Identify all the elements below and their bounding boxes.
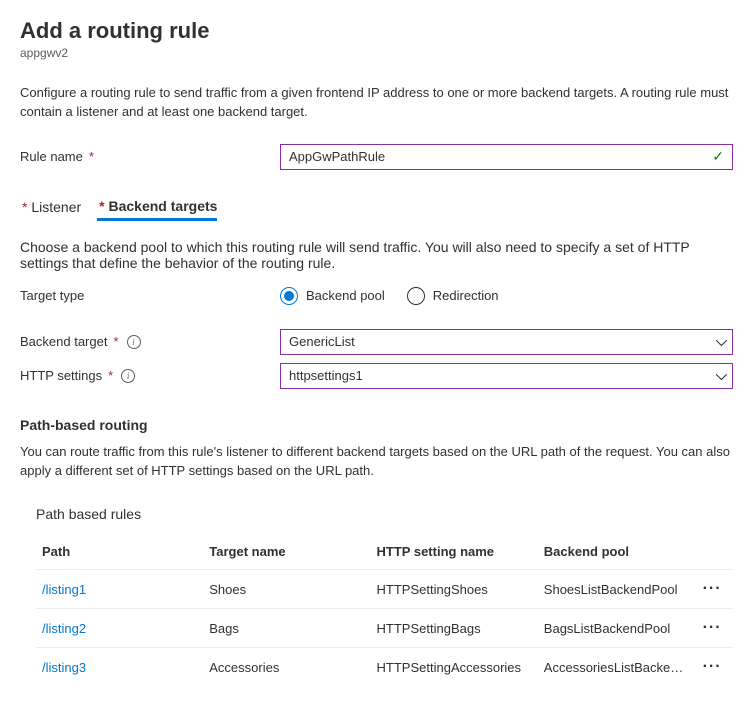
rule-name-input-wrapper[interactable]: ✓ <box>280 144 733 170</box>
row-more-button[interactable]: ··· <box>691 570 733 609</box>
radio-redirection[interactable]: Redirection <box>407 287 499 305</box>
target-type-label: Target type <box>20 288 280 303</box>
radio-selected-icon <box>280 287 298 305</box>
backend-target-select[interactable]: GenericList <box>280 329 733 355</box>
required-indicator: * <box>113 334 118 349</box>
info-icon[interactable]: i <box>121 369 135 383</box>
path-link[interactable]: /listing2 <box>42 621 86 636</box>
path-link[interactable]: /listing3 <box>42 660 86 675</box>
valid-check-icon: ✓ <box>712 148 724 165</box>
col-http: HTTP setting name <box>371 536 538 570</box>
required-indicator: * <box>89 149 94 164</box>
col-target: Target name <box>203 536 370 570</box>
table-row: /listing3 AccessoriesHTTPSettingAccessori… <box>36 648 733 687</box>
path-routing-title: Path-based routing <box>20 417 733 433</box>
radio-unselected-icon <box>407 287 425 305</box>
path-rules-table: Path Target name HTTP setting name Backe… <box>36 536 733 686</box>
intro-text: Configure a routing rule to send traffic… <box>20 84 733 122</box>
http-settings-label: HTTP settings* i <box>20 368 280 383</box>
cell-target: Accessories <box>203 648 370 687</box>
required-indicator: * <box>108 368 113 383</box>
info-icon[interactable]: i <box>127 335 141 349</box>
cell-http: HTTPSettingAccessories <box>371 648 538 687</box>
tab-listener[interactable]: * Listener <box>20 198 81 221</box>
chevron-down-icon <box>716 335 727 346</box>
cell-pool: ShoesListBackendPool <box>538 570 691 609</box>
radio-backend-pool[interactable]: Backend pool <box>280 287 385 305</box>
chevron-down-icon <box>716 369 727 380</box>
cell-http: HTTPSettingBags <box>371 609 538 648</box>
required-indicator: * <box>99 198 104 214</box>
page-subtitle: appgwv2 <box>20 46 733 60</box>
col-path: Path <box>36 536 203 570</box>
http-settings-select[interactable]: httpsettings1 <box>280 363 733 389</box>
rules-heading: Path based rules <box>36 506 733 522</box>
rule-name-input[interactable] <box>289 149 712 164</box>
cell-target: Shoes <box>203 570 370 609</box>
required-indicator: * <box>22 199 27 215</box>
cell-http: HTTPSettingShoes <box>371 570 538 609</box>
backend-target-label: Backend target* i <box>20 334 280 349</box>
cell-pool: AccessoriesListBackendP… <box>538 648 691 687</box>
cell-pool: BagsListBackendPool <box>538 609 691 648</box>
row-more-button[interactable]: ··· <box>691 609 733 648</box>
table-row: /listing1 ShoesHTTPSettingShoesShoesListB… <box>36 570 733 609</box>
table-row: /listing2 BagsHTTPSettingBagsBagsListBack… <box>36 609 733 648</box>
path-routing-desc: You can route traffic from this rule's l… <box>20 443 733 481</box>
tab-backend-targets[interactable]: * Backend targets <box>97 198 217 221</box>
backend-desc: Choose a backend pool to which this rout… <box>20 239 733 271</box>
cell-target: Bags <box>203 609 370 648</box>
path-link[interactable]: /listing1 <box>42 582 86 597</box>
col-pool: Backend pool <box>538 536 691 570</box>
rule-name-label: Rule name* <box>20 149 280 164</box>
row-more-button[interactable]: ··· <box>691 648 733 687</box>
page-title: Add a routing rule <box>20 18 733 44</box>
